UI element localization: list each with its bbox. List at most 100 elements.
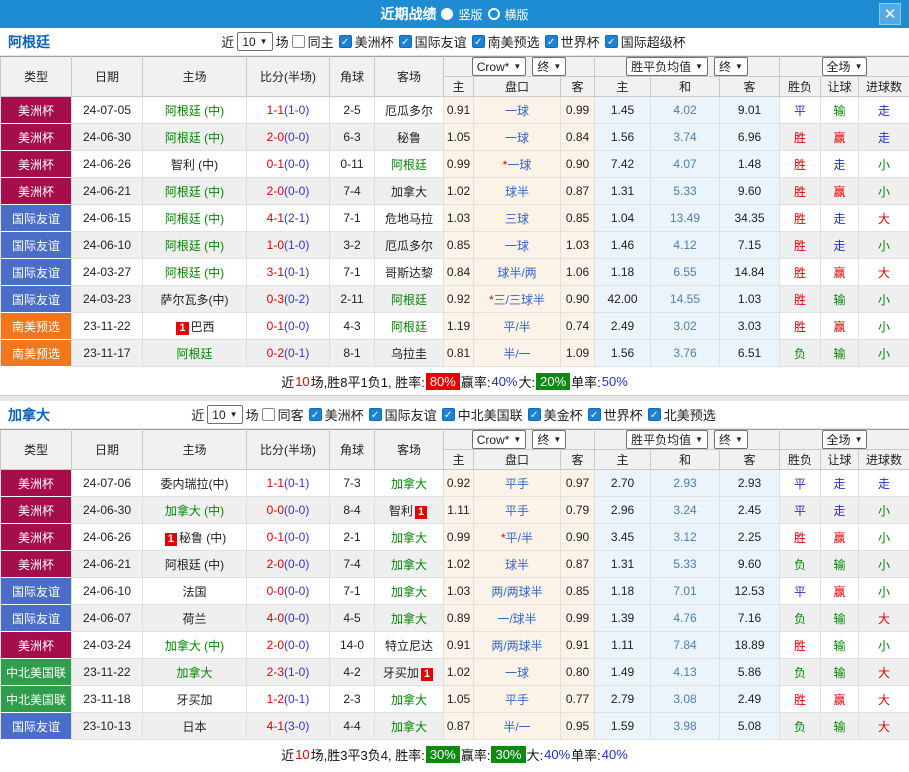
avg-draw-odds: 2.93 bbox=[651, 470, 720, 497]
result-wdl: 胜 bbox=[780, 686, 821, 713]
close-icon[interactable]: ✕ bbox=[879, 3, 901, 25]
recent-count-select[interactable]: 10 bbox=[237, 32, 272, 51]
competition-badge: 美洲杯 bbox=[1, 97, 72, 124]
competition-checkbox[interactable]: ✓ bbox=[442, 408, 455, 421]
match-row: 美洲杯24-03-24加拿大 (中)2-0(0-0)14-0特立尼达0.91两/… bbox=[1, 632, 909, 659]
corners: 8-4 bbox=[330, 497, 375, 524]
away-odds: 0.99 bbox=[561, 97, 595, 124]
competition-checkbox[interactable]: ✓ bbox=[605, 35, 618, 48]
match-row: 国际友谊24-03-27阿根廷 (中)3-1(0-1)7-1哥斯达黎0.84球半… bbox=[1, 259, 909, 286]
col-header-avg-win: 主 bbox=[595, 77, 651, 97]
match-date: 24-03-24 bbox=[72, 632, 143, 659]
result-wdl: 胜 bbox=[780, 524, 821, 551]
competition-badge: 国际友谊 bbox=[1, 232, 72, 259]
result-wdl: 负 bbox=[780, 551, 821, 578]
vertical-radio-label[interactable]: 竖版 bbox=[458, 6, 482, 23]
handicap: 平手 bbox=[474, 497, 561, 524]
col-header-let: 让球 bbox=[821, 77, 859, 97]
avg-lose-odds: 14.84 bbox=[720, 259, 780, 286]
result-wdl: 胜 bbox=[780, 286, 821, 313]
halftime-score: (0-0) bbox=[284, 584, 309, 598]
result-wdl: 平 bbox=[780, 470, 821, 497]
avg-time-select[interactable]: 终 bbox=[714, 430, 748, 449]
scope-select[interactable]: 全场 bbox=[822, 430, 868, 449]
same-venue-checkbox[interactable] bbox=[292, 35, 305, 48]
home-odds: 0.99 bbox=[444, 151, 474, 178]
competition-checkbox[interactable]: ✓ bbox=[309, 408, 322, 421]
horizontal-radio-label[interactable]: 横版 bbox=[505, 6, 529, 23]
avg-draw-odds: 3.24 bbox=[651, 497, 720, 524]
same-venue-checkbox[interactable] bbox=[262, 408, 275, 421]
col-header-score: 比分(半场) bbox=[247, 430, 330, 470]
handicap: 一球 bbox=[474, 124, 561, 151]
result-wdl: 胜 bbox=[780, 232, 821, 259]
competition-checkbox[interactable]: ✓ bbox=[339, 35, 352, 48]
corners: 2-5 bbox=[330, 97, 375, 124]
corners: 7-1 bbox=[330, 205, 375, 232]
away-team: 加拿大 bbox=[375, 178, 444, 205]
avg-win-odds: 1.45 bbox=[595, 97, 651, 124]
summary-part: 30% bbox=[491, 746, 525, 763]
score: 0-1(0-0) bbox=[247, 524, 330, 551]
odds-source-select[interactable]: Crow* bbox=[472, 57, 527, 76]
summary-part: 单率: bbox=[571, 745, 601, 764]
fulltime-score: 1-0 bbox=[267, 238, 284, 252]
competition-checkbox[interactable]: ✓ bbox=[472, 35, 485, 48]
competition-checkbox[interactable]: ✓ bbox=[588, 408, 601, 421]
competition-badge: 南美预选 bbox=[1, 313, 72, 340]
match-row: 国际友谊24-03-23萨尔瓦多(中)0-3(0-2)2-11阿根廷0.92*三… bbox=[1, 286, 909, 313]
corners: 4-2 bbox=[330, 659, 375, 686]
horizontal-radio[interactable] bbox=[488, 8, 500, 20]
avg-draw-odds: 13.49 bbox=[651, 205, 720, 232]
odds-time-select[interactable]: 终 bbox=[532, 57, 566, 76]
vertical-radio[interactable] bbox=[441, 8, 453, 20]
avg-draw-odds: 5.33 bbox=[651, 551, 720, 578]
summary-part: 近 bbox=[281, 372, 294, 391]
avg-odds-select[interactable]: 胜平负均值 bbox=[626, 430, 708, 449]
away-team-name: 厄瓜多尔 bbox=[385, 104, 433, 118]
competition-checkbox[interactable]: ✓ bbox=[528, 408, 541, 421]
avg-odds-select[interactable]: 胜平负均值 bbox=[626, 57, 708, 76]
halftime-score: (0-1) bbox=[284, 692, 309, 706]
home-team-name: 阿根廷 (中) bbox=[165, 212, 224, 226]
match-row: 国际友谊24-06-10阿根廷 (中)1-0(1-0)3-2厄瓜多尔0.85一球… bbox=[1, 232, 909, 259]
fulltime-score: 2-0 bbox=[267, 557, 284, 571]
score: 2-0(0-0) bbox=[247, 632, 330, 659]
home-odds: 1.03 bbox=[444, 578, 474, 605]
result-handicap: 输 bbox=[821, 605, 859, 632]
match-date: 24-07-06 bbox=[72, 470, 143, 497]
handicap-value: 半/一 bbox=[503, 720, 530, 734]
score: 1-0(1-0) bbox=[247, 232, 330, 259]
result-goals: 小 bbox=[859, 286, 909, 313]
odds-source-select[interactable]: Crow* bbox=[472, 430, 527, 449]
match-date: 24-06-07 bbox=[72, 605, 143, 632]
rank-badge: 1 bbox=[415, 506, 427, 519]
avg-lose-odds: 2.49 bbox=[720, 686, 780, 713]
away-team-name: 秘鲁 bbox=[397, 131, 421, 145]
away-odds: 0.99 bbox=[561, 605, 595, 632]
competition-label: 国际友谊 bbox=[385, 405, 437, 424]
competition-checkbox[interactable]: ✓ bbox=[369, 408, 382, 421]
competition-badge: 美洲杯 bbox=[1, 497, 72, 524]
handicap: *三/三球半 bbox=[474, 286, 561, 313]
home-team: 阿根廷 bbox=[143, 340, 247, 367]
fulltime-score: 0-0 bbox=[267, 584, 284, 598]
handicap: *平/半 bbox=[474, 524, 561, 551]
avg-time-select[interactable]: 终 bbox=[714, 57, 748, 76]
away-team: 加拿大 bbox=[375, 713, 444, 740]
competition-checkbox[interactable]: ✓ bbox=[648, 408, 661, 421]
competition-checkbox[interactable]: ✓ bbox=[545, 35, 558, 48]
stats-summary: 近10场,胜3平3负4, 胜率: 30% 赢率: 30% 大:40% 单率:40… bbox=[0, 740, 909, 768]
home-odds: 1.02 bbox=[444, 659, 474, 686]
col-header-odds-home: 主 bbox=[444, 77, 474, 97]
recent-count-select[interactable]: 10 bbox=[207, 405, 242, 424]
away-team-name: 特立尼达 bbox=[385, 639, 433, 653]
odds-time-select[interactable]: 终 bbox=[532, 430, 566, 449]
away-odds: 0.85 bbox=[561, 578, 595, 605]
match-date: 24-07-05 bbox=[72, 97, 143, 124]
scope-select[interactable]: 全场 bbox=[822, 57, 868, 76]
avg-draw-odds: 3.12 bbox=[651, 524, 720, 551]
home-odds: 0.91 bbox=[444, 632, 474, 659]
competition-checkbox[interactable]: ✓ bbox=[399, 35, 412, 48]
score: 3-1(0-1) bbox=[247, 259, 330, 286]
